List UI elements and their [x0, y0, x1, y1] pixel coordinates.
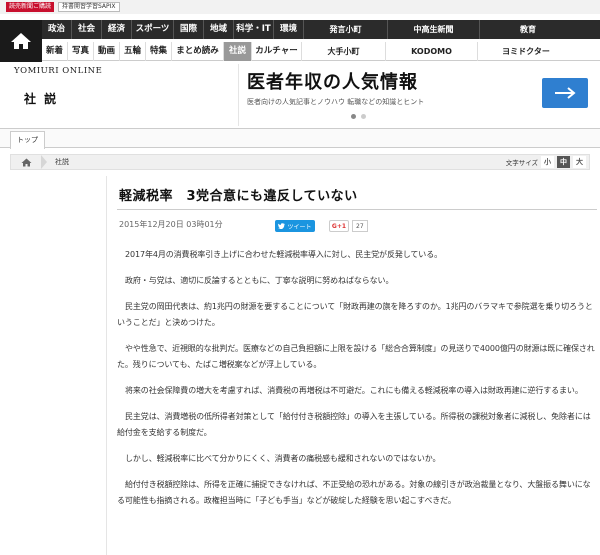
breadcrumb-home[interactable]: [11, 155, 41, 169]
promo-strip: 読売新聞ご購読 持書開習学習SAPIX: [0, 0, 600, 14]
article-body: 2017年4月の消費税率引き上げに合わせた軽減税率導入に対し、民主党が反発してい…: [117, 247, 595, 519]
nav-item-olympics[interactable]: 五輪: [120, 41, 146, 61]
nav-item-features[interactable]: 特集: [146, 41, 172, 61]
tab-top[interactable]: トップ: [10, 131, 45, 149]
article-paragraph: 民主党は、消費増税の低所得者対策として「給付付き税額控除」の導入を主張している。…: [117, 412, 591, 437]
global-nav: 政治 社会 経済 スポーツ 国際 地域 科学・IT 環境 発言小町 中高生新聞 …: [0, 20, 600, 62]
nav-item-yomidr[interactable]: ヨミドクター: [478, 42, 574, 61]
article-paragraph: 政府・与党は、適切に反論するとともに、丁寧な説明に努めねばならない。: [125, 276, 394, 285]
nav-item-otemachi[interactable]: 大手小町: [302, 41, 386, 61]
article: 軽減税率 3党合意にも違反していない 2015年12月20日 03時01分 ツイ…: [106, 176, 600, 555]
article-paragraph: 民主党の岡田代表は、約1兆円の財源を要することについて「財政再建の旗を降ろすのか…: [117, 302, 593, 327]
font-size-small-button[interactable]: 小: [541, 156, 554, 168]
article-paragraph: やや性急で、近視眼的な批判だ。医療などの自己負担額に上限を設ける「総合合算制度」…: [117, 344, 595, 369]
font-size-control: 文字サイズ 小 中 大: [506, 156, 586, 168]
nav-item-education[interactable]: 教育: [480, 20, 576, 39]
nav-item-local[interactable]: 地域: [204, 20, 234, 39]
site-logo[interactable]: YOMIURI ONLINE: [14, 66, 102, 76]
nav-item-world[interactable]: 国際: [174, 20, 204, 39]
ad-arrow-button[interactable]: [542, 78, 588, 108]
ad-subtitle: 医者向けの人気記事とノウハウ 転職などの知識とヒント: [247, 98, 425, 106]
carousel-dot[interactable]: [351, 114, 356, 119]
nav-item-editorial[interactable]: 社説: [224, 41, 252, 61]
article-paragraph: 2017年4月の消費税率引き上げに合わせた軽減税率導入に対し、民主党が反発してい…: [125, 250, 443, 259]
nav-item-videos[interactable]: 動画: [94, 41, 120, 61]
article-paragraph: 将来の社会保障費の増大を考慮すれば、消費税の再増税は不可避だ。これにも備える軽減…: [125, 386, 583, 395]
nav-item-photos[interactable]: 写真: [68, 41, 94, 61]
ad-carousel-dots: [351, 114, 366, 119]
nav-item-society[interactable]: 社会: [72, 20, 102, 39]
title-divider: [117, 209, 597, 210]
tweet-button[interactable]: ツイート: [275, 220, 315, 232]
ad-title: 医者年収の人気情報: [247, 72, 418, 93]
article-paragraph: しかし、軽減税率に比べて分かりにくく、消費者の痛税感も緩和されないのではないか。: [125, 454, 441, 463]
subscribe-link[interactable]: 読売新聞ご購読: [6, 2, 55, 12]
sapix-link[interactable]: 持書開習学習SAPIX: [58, 2, 120, 12]
nav-item-komachi[interactable]: 発言小町: [304, 20, 388, 39]
home-icon: [21, 158, 31, 166]
article-paragraph: 給付付き税額控除は、所得を正確に捕捉できなければ、不正受給の恐れがある。対象の線…: [117, 480, 591, 505]
breadcrumb-separator: [41, 155, 47, 169]
carousel-dot[interactable]: [361, 114, 366, 119]
font-size-label: 文字サイズ: [505, 159, 538, 167]
twitter-icon: [278, 223, 286, 229]
font-size-medium-button[interactable]: 中: [557, 156, 570, 168]
breadcrumb: 社説: [10, 154, 590, 170]
nav-item-environment[interactable]: 環境: [274, 20, 304, 39]
nav-item-sports[interactable]: スポーツ: [132, 20, 174, 39]
article-date: 2015年12月20日 03時01分: [119, 220, 223, 229]
nav-row-secondary: 新着 写真 動画 五輪 特集 まとめ読み 社説 カルチャー 大手小町 KODOM…: [42, 41, 600, 61]
nav-row-primary: 政治 社会 経済 スポーツ 国際 地域 科学・IT 環境 発言小町 中高生新聞 …: [42, 20, 600, 39]
arrow-right-icon: [555, 87, 576, 99]
breadcrumb-editorial[interactable]: 社説: [55, 157, 69, 167]
nav-item-kodomo[interactable]: KODOMO: [386, 41, 478, 61]
nav-item-digest[interactable]: まとめ読み: [172, 41, 224, 61]
gplus-button[interactable]: G+1: [329, 220, 349, 232]
ad-banner[interactable]: 医者年収の人気情報 医者向けの人気記事とノウハウ 転職などの知識とヒント: [238, 64, 600, 126]
nav-item-student-news[interactable]: 中高生新聞: [388, 20, 480, 39]
nav-item-latest[interactable]: 新着: [42, 41, 68, 61]
page-title: 社 説: [24, 92, 59, 106]
font-size-large-button[interactable]: 大: [573, 156, 586, 168]
home-button[interactable]: [0, 20, 42, 62]
article-title: 軽減税率 3党合意にも違反していない: [119, 189, 358, 204]
nav-item-culture[interactable]: カルチャー: [252, 41, 302, 61]
nav-item-economy[interactable]: 経済: [102, 20, 132, 39]
home-icon: [11, 33, 31, 49]
tweet-label: ツイート: [287, 223, 312, 231]
nav-item-politics[interactable]: 政治: [42, 20, 72, 39]
nav-item-science[interactable]: 科学・IT: [234, 20, 274, 39]
top-tab-bar: トップ: [0, 128, 600, 149]
gplus-count: 27: [352, 220, 368, 232]
